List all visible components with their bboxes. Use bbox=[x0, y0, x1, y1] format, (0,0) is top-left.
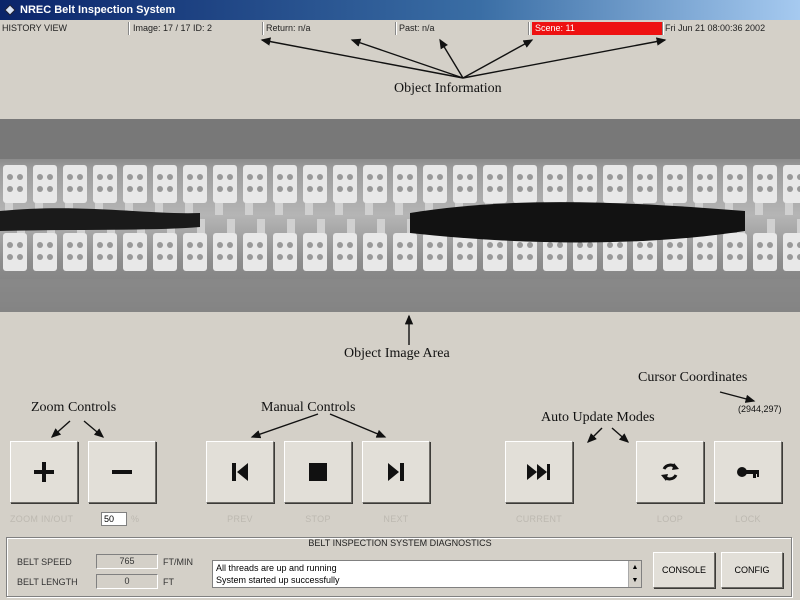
minus-icon bbox=[112, 470, 132, 474]
zoom-input[interactable]: 50 bbox=[101, 512, 127, 526]
belt-speed-label: BELT SPEED bbox=[17, 557, 72, 567]
belt-length-label: BELT LENGTH bbox=[17, 577, 78, 587]
annotation-cursor-coordinates: Cursor Coordinates bbox=[638, 370, 748, 385]
next-icon bbox=[388, 463, 404, 481]
annotation-zoom-controls: Zoom Controls bbox=[31, 400, 117, 415]
log-scrollbar[interactable]: ▲ ▼ bbox=[628, 561, 641, 587]
belt-speed-value: 765 bbox=[96, 554, 158, 569]
loop-icon bbox=[661, 463, 679, 481]
key-icon bbox=[737, 467, 759, 478]
current-button[interactable] bbox=[505, 441, 573, 503]
zoom-unit: % bbox=[131, 514, 140, 524]
config-button[interactable]: CONFIG bbox=[721, 552, 783, 588]
current-caption: CURRENT bbox=[515, 514, 563, 524]
diagnostics-log[interactable]: All threads are up and running System st… bbox=[212, 560, 642, 588]
past-field: Past: n/a bbox=[399, 23, 435, 33]
log-line: All threads are up and running bbox=[216, 563, 337, 573]
datetime-field: Fri Jun 21 08:00:36 2002 bbox=[665, 23, 766, 33]
annotation-auto-update-modes: Auto Update Modes bbox=[541, 410, 655, 425]
prev-caption: PREV bbox=[227, 514, 253, 524]
scroll-down-icon[interactable]: ▼ bbox=[629, 574, 641, 587]
belt-length-unit: FT bbox=[163, 577, 174, 587]
belt-speed-unit: FT/MIN bbox=[163, 557, 193, 567]
object-image-area[interactable] bbox=[0, 119, 800, 312]
window-title: NREC Belt Inspection System bbox=[20, 4, 176, 16]
next-button[interactable] bbox=[362, 441, 430, 503]
prev-button[interactable] bbox=[206, 441, 274, 503]
app-icon bbox=[4, 4, 16, 16]
zoom-caption: ZOOM IN/OUT bbox=[10, 514, 74, 524]
lock-button[interactable] bbox=[714, 441, 782, 503]
log-line: System started up successfully bbox=[216, 575, 340, 585]
diagnostics-panel: BELT INSPECTION SYSTEM DIAGNOSTICS BELT … bbox=[6, 537, 792, 597]
zoom-in-button[interactable] bbox=[10, 441, 78, 503]
zoom-out-button[interactable] bbox=[88, 441, 156, 503]
lock-caption: LOCK bbox=[735, 514, 761, 524]
scene-field: Scene: 11 bbox=[532, 22, 662, 35]
object-info-bar: HISTORY VIEW Image: 17 / 17 ID: 2 Return… bbox=[0, 21, 800, 37]
stop-button[interactable] bbox=[284, 441, 352, 503]
return-field: Return: n/a bbox=[266, 23, 311, 33]
belt-image bbox=[0, 119, 800, 312]
prev-icon bbox=[232, 463, 248, 481]
belt-length-value: 0 bbox=[96, 574, 158, 589]
view-mode-label: HISTORY VIEW bbox=[2, 23, 68, 33]
plus-icon bbox=[34, 462, 54, 482]
cursor-coordinates-value: (2944,297) bbox=[738, 404, 782, 414]
fast-forward-icon bbox=[527, 464, 550, 480]
loop-caption: LOOP bbox=[656, 514, 684, 524]
loop-button[interactable] bbox=[636, 441, 704, 503]
annotation-manual-controls: Manual Controls bbox=[261, 400, 356, 415]
title-bar: NREC Belt Inspection System bbox=[0, 0, 800, 20]
image-id-field: Image: 17 / 17 ID: 2 bbox=[133, 23, 213, 33]
next-caption: NEXT bbox=[383, 514, 409, 524]
stop-caption: STOP bbox=[305, 514, 331, 524]
scroll-up-icon[interactable]: ▲ bbox=[629, 561, 641, 574]
annotation-object-image-area: Object Image Area bbox=[344, 346, 450, 361]
diagnostics-title: BELT INSPECTION SYSTEM DIAGNOSTICS bbox=[308, 538, 492, 548]
annotation-object-information: Object Information bbox=[394, 81, 502, 96]
console-button[interactable]: CONSOLE bbox=[653, 552, 715, 588]
stop-icon bbox=[309, 463, 327, 481]
